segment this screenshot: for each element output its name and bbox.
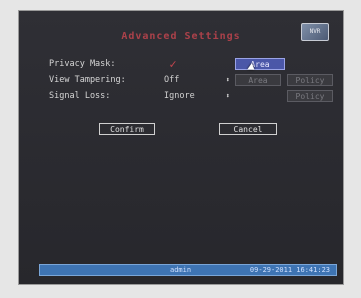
status-bar: admin 09-29-2011 16:41:23: [39, 264, 337, 276]
signal-loss-label: Signal Loss:: [49, 91, 111, 101]
tampering-area-button[interactable]: Area: [235, 74, 281, 86]
privacy-area-button[interactable]: Area: [235, 58, 285, 70]
page-title: Advanced Settings: [121, 31, 241, 42]
view-tampering-row: View Tampering: Off ⬍ Area Policy: [49, 73, 333, 87]
tampering-policy-button[interactable]: Policy: [287, 74, 333, 86]
privacy-mask-row: Privacy Mask: ✓ Area: [49, 57, 319, 71]
privacy-mask-label: Privacy Mask:: [49, 59, 116, 69]
brand-logo: NVR: [301, 23, 329, 41]
signal-loss-value: Ignore: [164, 91, 195, 101]
select-arrows-icon: ⬍: [225, 92, 230, 100]
status-datetime: 09-29-2011 16:41:23: [249, 266, 330, 274]
view-tampering-label: View Tampering:: [49, 75, 126, 85]
select-arrows-icon: ⬍: [225, 76, 230, 84]
checkmark-icon[interactable]: ✓: [167, 58, 179, 70]
view-tampering-value: Off: [164, 75, 180, 85]
signal-loss-row: Signal Loss: Ignore ⬍ Policy: [49, 89, 333, 103]
view-tampering-select[interactable]: Off ⬍: [164, 74, 230, 86]
status-user: admin: [170, 266, 192, 274]
settings-screen: Advanced Settings NVR Privacy Mask: ✓ Ar…: [18, 10, 344, 285]
monitor-bezel: Advanced Settings NVR Privacy Mask: ✓ Ar…: [0, 0, 361, 298]
confirm-button[interactable]: Confirm: [99, 123, 155, 135]
signal-policy-button[interactable]: Policy: [287, 90, 333, 102]
signal-loss-select[interactable]: Ignore ⬍: [164, 90, 230, 102]
cancel-button[interactable]: Cancel: [219, 123, 277, 135]
